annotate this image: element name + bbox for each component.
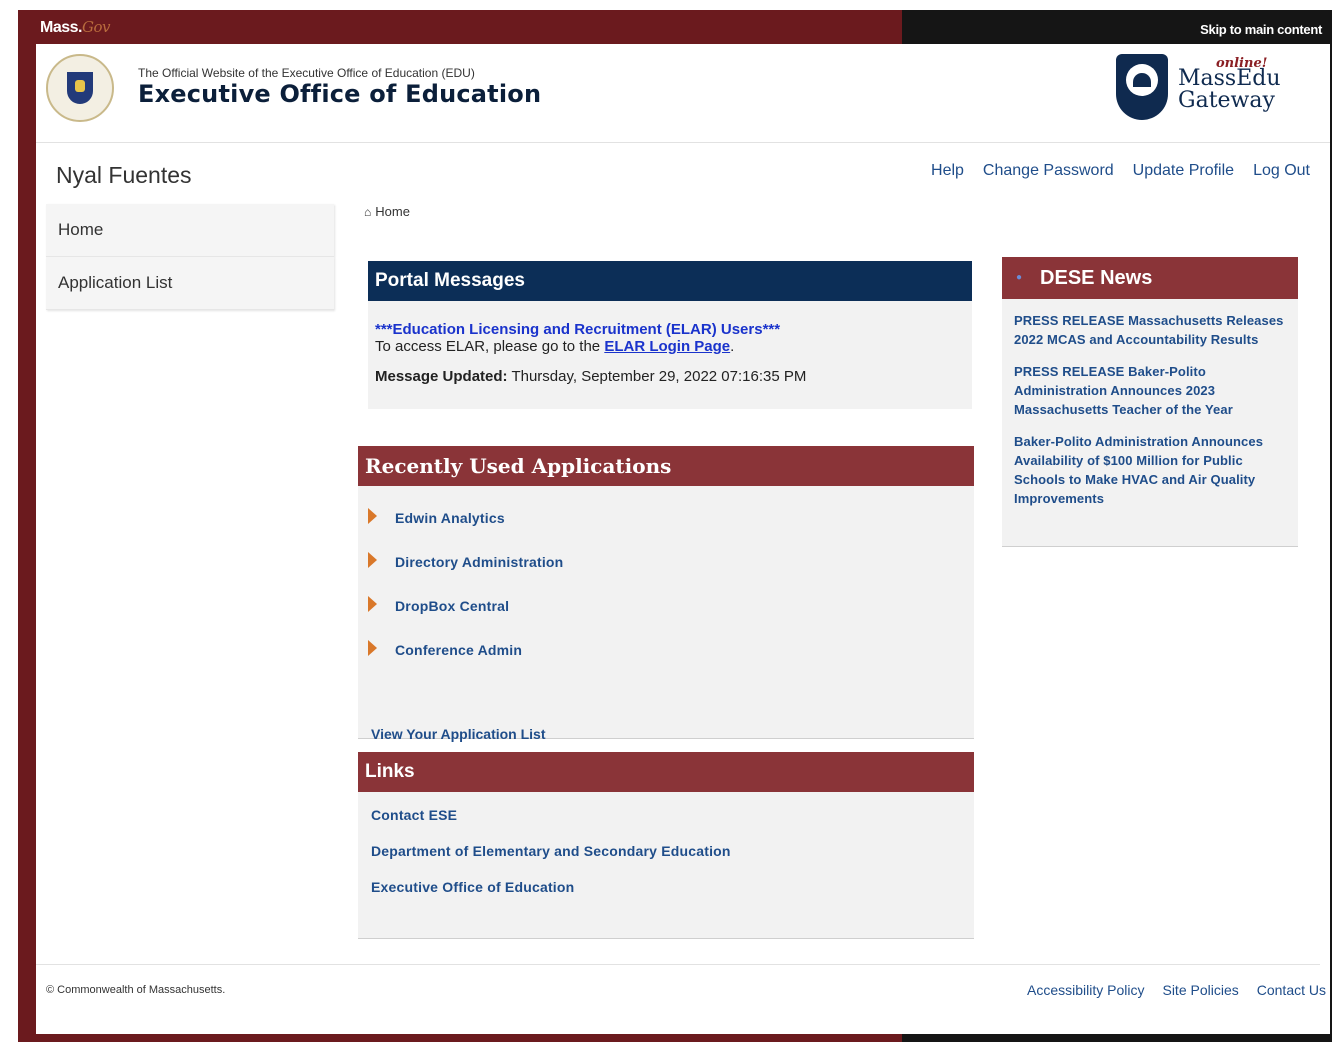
recent-apps-heading: Recently Used Applications	[358, 446, 974, 486]
dese-news-heading: ● DESE News	[1002, 257, 1298, 299]
app-label: DropBox Central	[395, 598, 510, 614]
page-container: The Official Website of the Executive Of…	[36, 44, 1330, 1034]
chevron-right-icon	[368, 596, 377, 612]
news-item[interactable]: PRESS RELEASE Baker-Polito Administratio…	[1014, 362, 1286, 419]
massedu-gateway-logo: online! MassEdu Gateway	[1116, 52, 1281, 126]
links-body: Contact ESE Department of Elementary and…	[358, 792, 974, 939]
news-item[interactable]: PRESS RELEASE Massachusetts Releases 202…	[1014, 311, 1286, 349]
message-title: ***Education Licensing and Recruitment (…	[375, 321, 781, 338]
app-label: Edwin Analytics	[395, 510, 505, 526]
link-eoe[interactable]: Executive Office of Education	[371, 879, 574, 895]
mass-gov-logo[interactable]: Mass.Gov	[40, 18, 110, 37]
updated-value: Thursday, September 29, 2022 07:16:35 PM	[511, 368, 807, 385]
message-text: To access ELAR, please go to the ELAR Lo…	[375, 338, 965, 355]
footer-nav: Accessibility Policy Site Policies Conta…	[1027, 982, 1326, 998]
message-updated: Message Updated: Thursday, September 29,…	[375, 368, 965, 385]
bullet-icon: ●	[1016, 272, 1023, 283]
news-heading-text: DESE News	[1040, 267, 1153, 289]
links-heading: Links	[358, 752, 974, 792]
log-out-link[interactable]: Log Out	[1253, 162, 1310, 180]
accessibility-policy-link[interactable]: Accessibility Policy	[1027, 982, 1144, 998]
portal-messages-body: ***Education Licensing and Recruitment (…	[368, 301, 972, 409]
user-nav: Help Change Password Update Profile Log …	[931, 162, 1310, 180]
breadcrumb: ⌂ Home	[364, 204, 410, 219]
updated-label: Message Updated:	[375, 368, 508, 385]
header-divider	[36, 142, 1330, 143]
app-link-edwin-analytics[interactable]: Edwin Analytics	[368, 508, 505, 526]
chevron-right-icon	[368, 508, 377, 524]
copyright: © Commonwealth of Massachusetts.	[46, 984, 226, 996]
help-link[interactable]: Help	[931, 162, 964, 180]
dese-news-body: PRESS RELEASE Massachusetts Releases 202…	[1002, 299, 1298, 547]
app-label: Conference Admin	[395, 642, 523, 658]
recent-apps-body: Edwin Analytics Directory Administration…	[358, 486, 974, 742]
app-label: Directory Administration	[395, 554, 564, 570]
header-subtitle: The Official Website of the Executive Of…	[138, 66, 475, 80]
change-password-link[interactable]: Change Password	[983, 162, 1114, 180]
breadcrumb-home[interactable]: Home	[375, 204, 410, 219]
message-prefix: To access ELAR, please go to the	[375, 338, 601, 355]
user-name: Nyal Fuentes	[56, 162, 192, 188]
page-title: Executive Office of Education	[138, 80, 542, 108]
brand-text: Mass.	[40, 19, 82, 36]
sidebar: Home Application List	[46, 204, 334, 310]
sidebar-item-home[interactable]: Home	[46, 204, 334, 257]
sidebar-item-application-list[interactable]: Application List	[46, 257, 334, 310]
footer-divider	[36, 964, 1320, 965]
news-item[interactable]: Baker-Polito Administration Announces Av…	[1014, 432, 1286, 508]
message-suffix: .	[730, 338, 735, 355]
contact-us-link[interactable]: Contact Us	[1257, 982, 1326, 998]
capitol-shield-icon	[1116, 54, 1168, 120]
home-icon: ⌂	[364, 205, 372, 219]
site-policies-link[interactable]: Site Policies	[1162, 982, 1238, 998]
elar-login-link[interactable]: ELAR Login Page	[604, 338, 730, 355]
chevron-right-icon	[368, 640, 377, 656]
update-profile-link[interactable]: Update Profile	[1133, 162, 1234, 180]
skip-to-main-link[interactable]: Skip to main content	[1200, 22, 1322, 37]
portal-messages-heading: Portal Messages	[368, 261, 972, 301]
app-link-directory-administration[interactable]: Directory Administration	[368, 552, 564, 570]
app-link-conference-admin[interactable]: Conference Admin	[368, 640, 523, 658]
chevron-right-icon	[368, 552, 377, 568]
brand-suffix: Gov	[81, 18, 111, 36]
state-seal-icon	[46, 54, 114, 122]
app-link-dropbox-central[interactable]: DropBox Central	[368, 596, 510, 614]
view-application-list-link[interactable]: View Your Application List	[371, 726, 546, 742]
link-contact-ese[interactable]: Contact ESE	[371, 807, 457, 823]
link-dese[interactable]: Department of Elementary and Secondary E…	[371, 843, 731, 859]
gateway-name: MassEdu Gateway	[1178, 68, 1281, 112]
gateway-line2: Gateway	[1178, 88, 1275, 113]
gateway-line1: MassEdu	[1178, 66, 1281, 91]
